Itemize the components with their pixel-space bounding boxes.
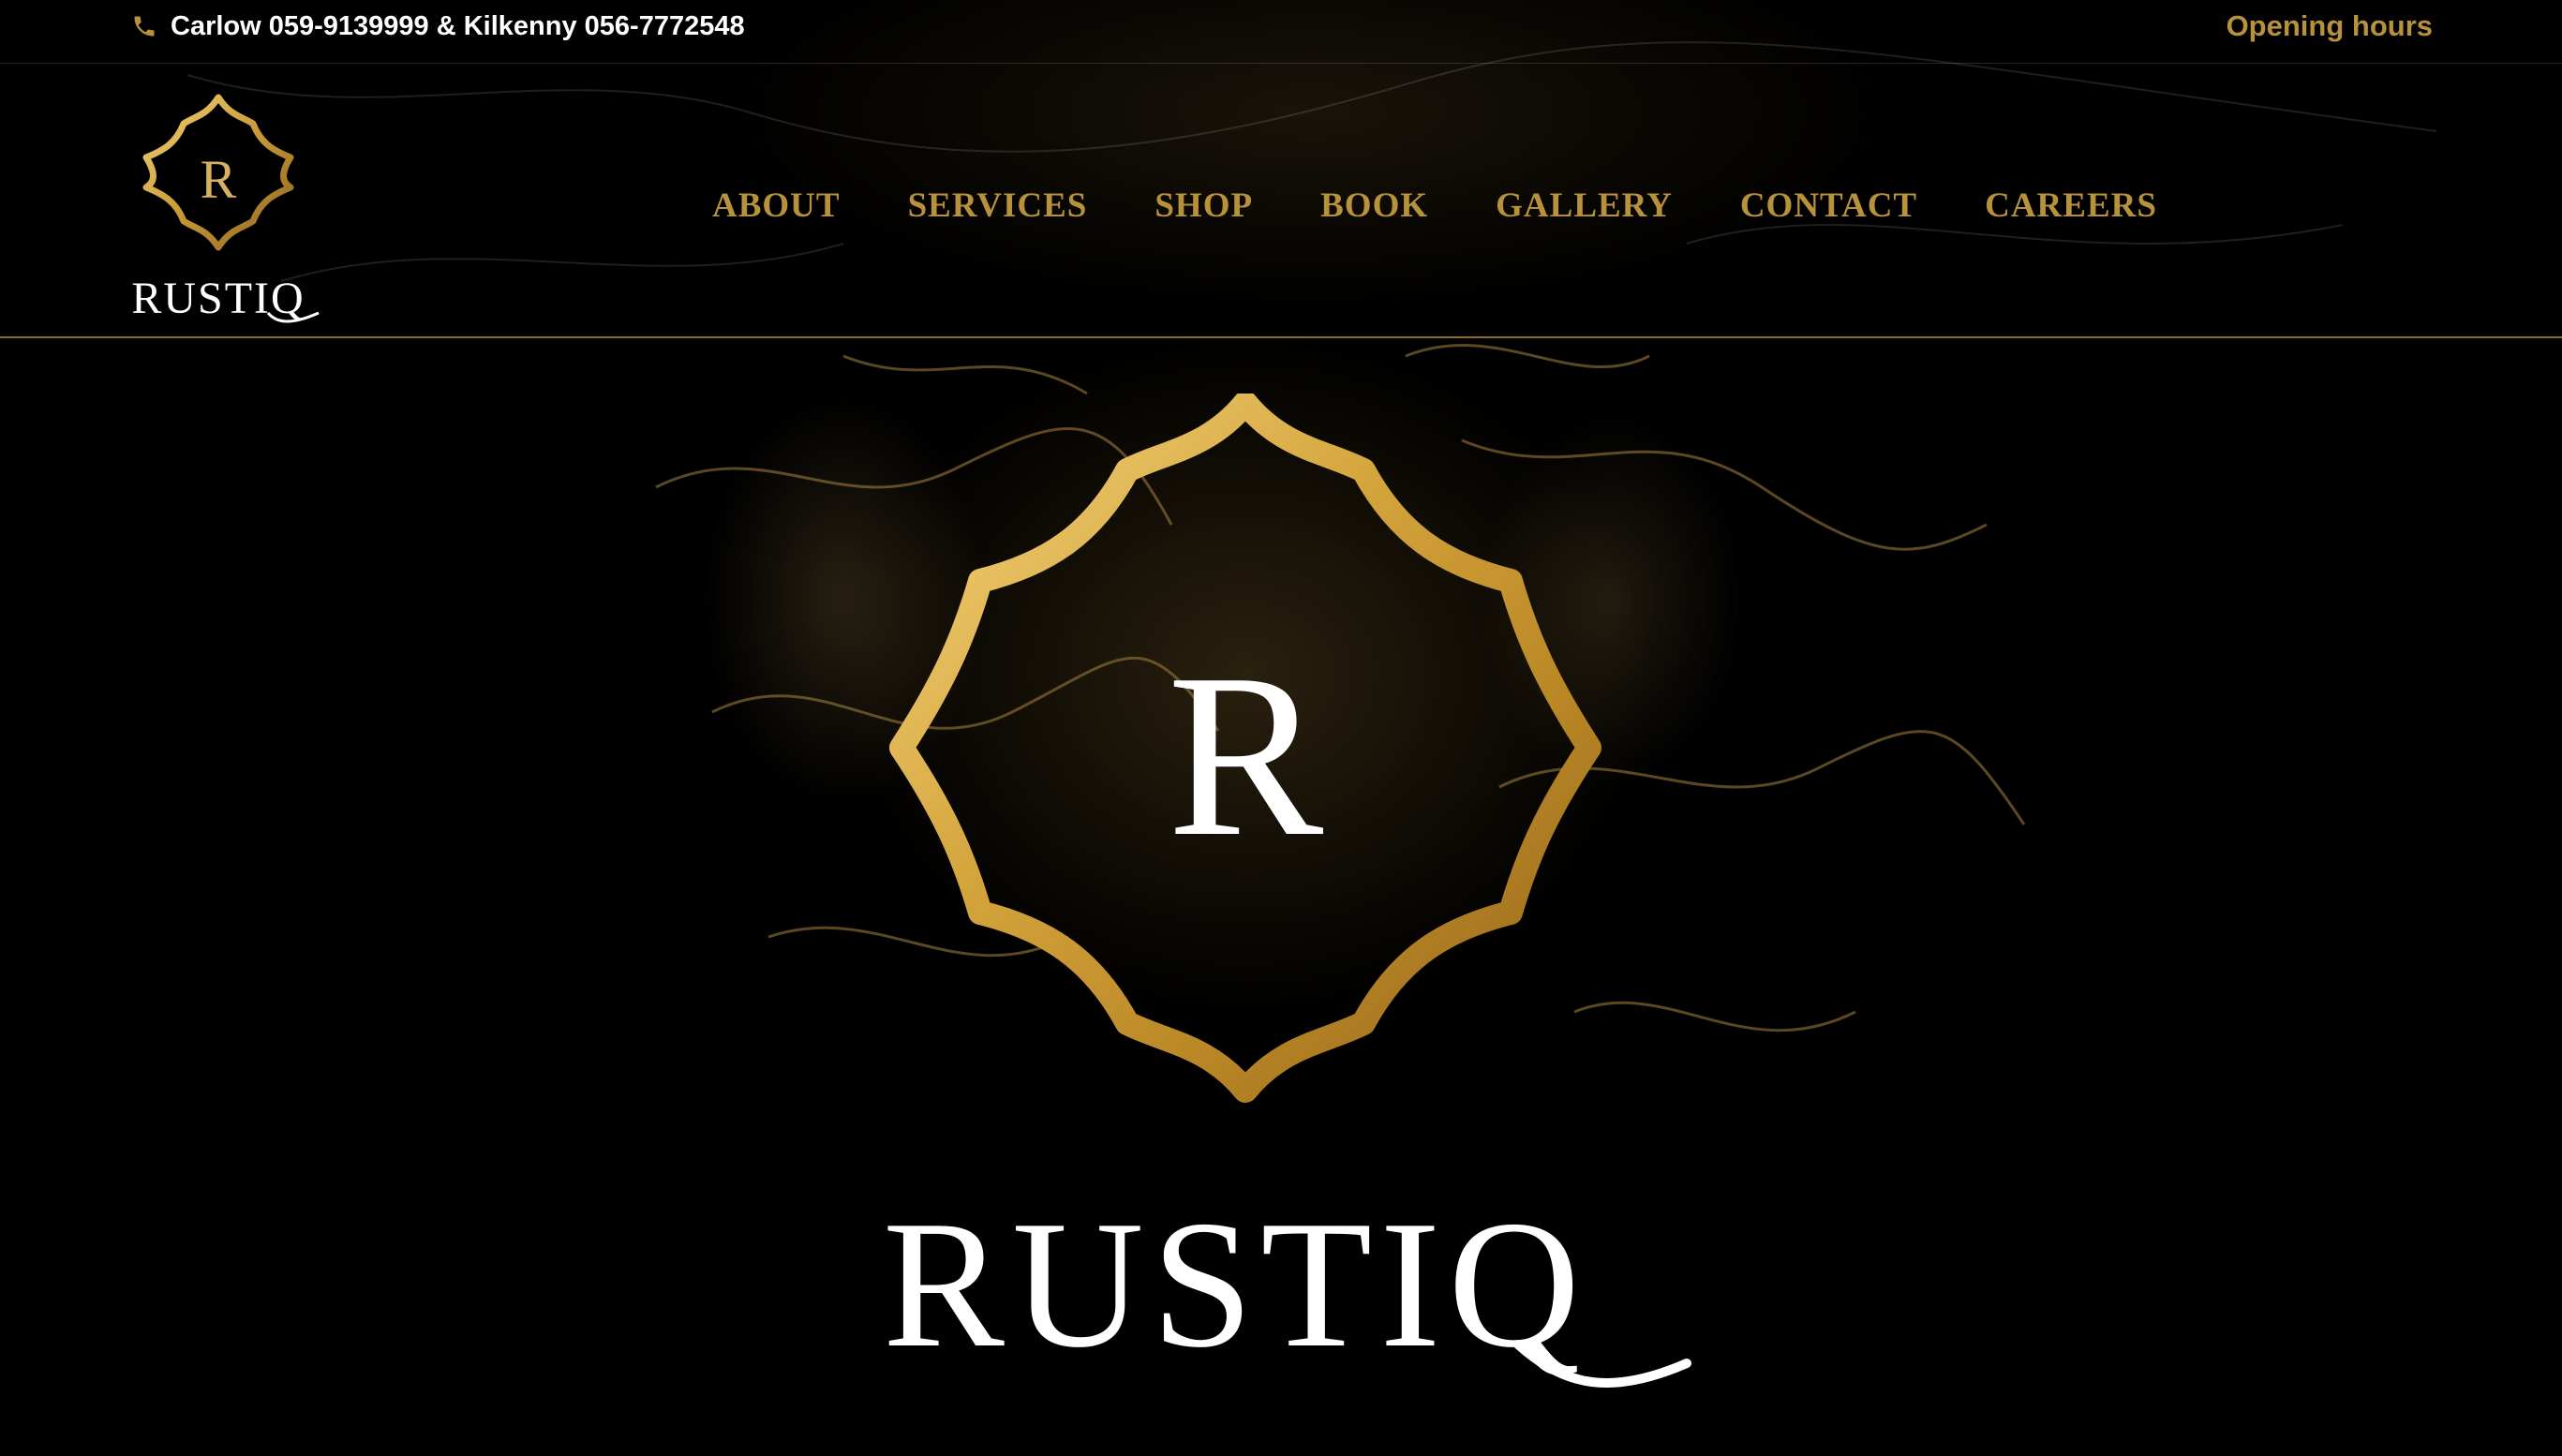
nav-contact[interactable]: CONTACT xyxy=(1740,186,1917,226)
nav-book[interactable]: BOOK xyxy=(1320,186,1428,226)
hero-monogram: R xyxy=(1168,626,1324,885)
hero-logo: R RUSTIQ xyxy=(883,394,1691,1389)
main-nav: ABOUT SERVICES SHOP BOOK GALLERY CONTACT… xyxy=(712,186,2157,226)
contact-info: Carlow 059-9139999 & Kilkenny 056-777254… xyxy=(131,0,745,52)
nav-about[interactable]: ABOUT xyxy=(712,186,841,226)
nav-services[interactable]: SERVICES xyxy=(908,186,1088,226)
nav-careers[interactable]: CAREERS xyxy=(1985,186,2157,226)
top-bar: Carlow 059-9139999 & Kilkenny 056-777254… xyxy=(0,0,2562,64)
site-logo[interactable]: R RUSTIQ xyxy=(111,79,326,332)
logo-monogram: R xyxy=(201,149,237,210)
phone-icon xyxy=(134,16,155,37)
nav-shop[interactable]: SHOP xyxy=(1154,186,1253,226)
nav-gallery[interactable]: GALLERY xyxy=(1496,186,1673,226)
logo-wordmark: RUSTIQ xyxy=(131,274,305,323)
contact-phone-text: Carlow 059-9139999 & Kilkenny 056-777254… xyxy=(171,10,745,41)
site-header: R RUSTIQ ABOUT SERVICES SHOP BOOK GALLER… xyxy=(0,64,2562,338)
page: Carlow 059-9139999 & Kilkenny 056-777254… xyxy=(0,0,2562,1456)
hero-wordmark: RUSTIQ xyxy=(883,1183,1587,1386)
opening-hours-link[interactable]: Opening hours xyxy=(2227,0,2433,52)
